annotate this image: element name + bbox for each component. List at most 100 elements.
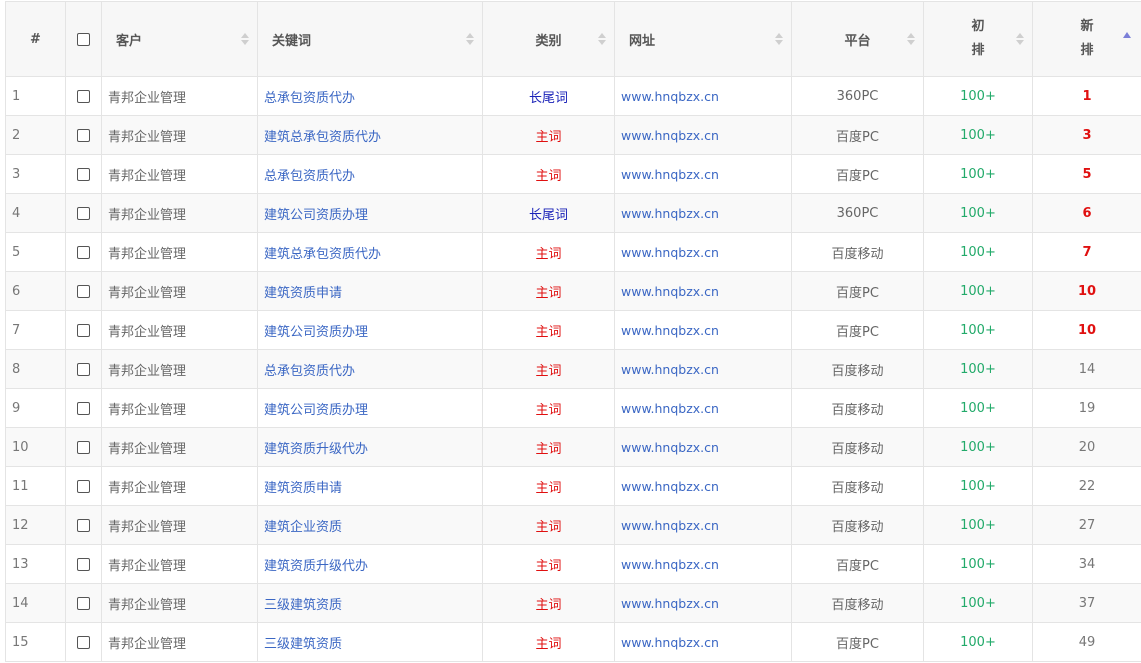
cell-url-link[interactable]: www.hnqbzx.cn	[614, 583, 792, 623]
cell-keyword-link[interactable]: 建筑公司资质办理	[257, 388, 483, 428]
table-row[interactable]: 14 青邦企业管理 三级建筑资质 主词 www.hnqbzx.cn 百度移动 100+ 37	[5, 583, 1141, 623]
table-row[interactable]: 6 青邦企业管理 建筑资质申请 主词 www.hnqbzx.cn 百度PC 100+ 10	[5, 271, 1141, 311]
sort-icon[interactable]	[241, 33, 249, 45]
cell-new-rank: 20	[1032, 427, 1141, 467]
cell-url-link[interactable]: www.hnqbzx.cn	[614, 544, 792, 584]
row-checkbox[interactable]	[77, 206, 90, 220]
header-initial-rank[interactable]: 初 排	[923, 1, 1033, 77]
cell-keyword-link[interactable]: 建筑公司资质办理	[257, 310, 483, 350]
sort-icon[interactable]	[598, 33, 606, 45]
sort-ascending-icon[interactable]	[1123, 32, 1131, 38]
cell-select[interactable]	[65, 544, 102, 584]
row-checkbox[interactable]	[77, 128, 90, 142]
cell-keyword-link[interactable]: 建筑资质申请	[257, 466, 483, 506]
cell-initial-rank: 100+	[923, 232, 1033, 272]
cell-keyword-link[interactable]: 三级建筑资质	[257, 583, 483, 623]
sort-icon[interactable]	[907, 33, 915, 45]
cell-keyword-link[interactable]: 建筑公司资质办理	[257, 193, 483, 233]
row-checkbox[interactable]	[77, 596, 90, 610]
cell-url-link[interactable]: www.hnqbzx.cn	[614, 388, 792, 428]
cell-category: 长尾词	[482, 76, 615, 116]
cell-select[interactable]	[65, 154, 102, 194]
header-select-all[interactable]	[65, 1, 102, 77]
cell-url-link[interactable]: www.hnqbzx.cn	[614, 76, 792, 116]
table-row[interactable]: 5 青邦企业管理 建筑总承包资质代办 主词 www.hnqbzx.cn 百度移动 100+ 7	[5, 232, 1141, 272]
sort-icon[interactable]	[775, 33, 783, 45]
cell-keyword-link[interactable]: 三级建筑资质	[257, 622, 483, 662]
cell-url-link[interactable]: www.hnqbzx.cn	[614, 622, 792, 662]
table-row[interactable]: 13 青邦企业管理 建筑资质升级代办 主词 www.hnqbzx.cn 百度PC 100+ 3…	[5, 544, 1141, 584]
table-row[interactable]: 10 青邦企业管理 建筑资质升级代办 主词 www.hnqbzx.cn 百度移动 100+ 2…	[5, 427, 1141, 467]
cell-select[interactable]	[65, 622, 102, 662]
cell-url-link[interactable]: www.hnqbzx.cn	[614, 349, 792, 389]
cell-keyword-link[interactable]: 建筑企业资质	[257, 505, 483, 545]
header-new-rank[interactable]: 新 排	[1032, 1, 1141, 77]
row-checkbox[interactable]	[77, 557, 90, 571]
table-row[interactable]: 1 青邦企业管理 总承包资质代办 长尾词 www.hnqbzx.cn 360PC 100+ 1	[5, 76, 1141, 116]
cell-keyword-link[interactable]: 建筑资质升级代办	[257, 544, 483, 584]
row-checkbox[interactable]	[77, 245, 90, 259]
header-customer[interactable]: 客户	[101, 1, 258, 77]
table-header-row: # 客户 关键词 类别 网址 平台 初 排 新 排	[5, 1, 1141, 77]
row-checkbox[interactable]	[77, 362, 90, 376]
table-row[interactable]: 2 青邦企业管理 建筑总承包资质代办 主词 www.hnqbzx.cn 百度PC 100+ 3	[5, 115, 1141, 155]
row-checkbox[interactable]	[77, 284, 90, 298]
header-platform[interactable]: 平台	[791, 1, 924, 77]
cell-new-rank: 37	[1032, 583, 1141, 623]
cell-select[interactable]	[65, 115, 102, 155]
table-row[interactable]: 7 青邦企业管理 建筑公司资质办理 主词 www.hnqbzx.cn 百度PC 100+ 10	[5, 310, 1141, 350]
cell-select[interactable]	[65, 466, 102, 506]
header-keyword[interactable]: 关键词	[257, 1, 483, 77]
row-checkbox[interactable]	[77, 518, 90, 532]
table-row[interactable]: 12 青邦企业管理 建筑企业资质 主词 www.hnqbzx.cn 百度移动 100+ 27	[5, 505, 1141, 545]
table-row[interactable]: 15 青邦企业管理 三级建筑资质 主词 www.hnqbzx.cn 百度PC 100+ 49	[5, 622, 1141, 662]
select-all-checkbox[interactable]	[77, 32, 90, 46]
header-url[interactable]: 网址	[614, 1, 792, 77]
table-row[interactable]: 4 青邦企业管理 建筑公司资质办理 长尾词 www.hnqbzx.cn 360PC 100+…	[5, 193, 1141, 233]
sort-icon[interactable]	[466, 33, 474, 45]
row-checkbox[interactable]	[77, 635, 90, 649]
cell-keyword-link[interactable]: 总承包资质代办	[257, 76, 483, 116]
cell-select[interactable]	[65, 388, 102, 428]
row-checkbox[interactable]	[77, 89, 90, 103]
cell-select[interactable]	[65, 505, 102, 545]
cell-select[interactable]	[65, 271, 102, 311]
row-checkbox[interactable]	[77, 323, 90, 337]
cell-select[interactable]	[65, 232, 102, 272]
row-checkbox[interactable]	[77, 167, 90, 181]
sort-icon[interactable]	[1016, 33, 1024, 45]
table-row[interactable]: 11 青邦企业管理 建筑资质申请 主词 www.hnqbzx.cn 百度移动 100+ 22	[5, 466, 1141, 506]
row-checkbox[interactable]	[77, 479, 90, 493]
cell-select[interactable]	[65, 349, 102, 389]
row-checkbox[interactable]	[77, 440, 90, 454]
cell-url-link[interactable]: www.hnqbzx.cn	[614, 115, 792, 155]
cell-keyword-link[interactable]: 总承包资质代办	[257, 154, 483, 194]
cell-select[interactable]	[65, 310, 102, 350]
cell-keyword-link[interactable]: 建筑总承包资质代办	[257, 115, 483, 155]
cell-keyword-link[interactable]: 建筑总承包资质代办	[257, 232, 483, 272]
cell-url-link[interactable]: www.hnqbzx.cn	[614, 427, 792, 467]
table-row[interactable]: 3 青邦企业管理 总承包资质代办 主词 www.hnqbzx.cn 百度PC 100+ 5	[5, 154, 1141, 194]
cell-url-link[interactable]: www.hnqbzx.cn	[614, 154, 792, 194]
cell-url-link[interactable]: www.hnqbzx.cn	[614, 193, 792, 233]
cell-select[interactable]	[65, 76, 102, 116]
cell-keyword-link[interactable]: 建筑资质申请	[257, 271, 483, 311]
cell-url-link[interactable]: www.hnqbzx.cn	[614, 310, 792, 350]
cell-url-link[interactable]: www.hnqbzx.cn	[614, 466, 792, 506]
row-checkbox[interactable]	[77, 401, 90, 415]
table-row[interactable]: 8 青邦企业管理 总承包资质代办 主词 www.hnqbzx.cn 百度移动 100+ 14	[5, 349, 1141, 389]
cell-keyword-link[interactable]: 建筑资质升级代办	[257, 427, 483, 467]
cell-platform: 百度移动	[791, 349, 924, 389]
cell-select[interactable]	[65, 427, 102, 467]
cell-url-link[interactable]: www.hnqbzx.cn	[614, 232, 792, 272]
header-category[interactable]: 类别	[482, 1, 615, 77]
cell-url-link[interactable]: www.hnqbzx.cn	[614, 505, 792, 545]
cell-category: 主词	[482, 583, 615, 623]
table-row[interactable]: 9 青邦企业管理 建筑公司资质办理 主词 www.hnqbzx.cn 百度移动 100+ 19	[5, 388, 1141, 428]
cell-url-link[interactable]: www.hnqbzx.cn	[614, 271, 792, 311]
cell-select[interactable]	[65, 193, 102, 233]
cell-keyword-link[interactable]: 总承包资质代办	[257, 349, 483, 389]
cell-customer: 青邦企业管理	[101, 505, 258, 545]
cell-platform: 360PC	[791, 76, 924, 116]
cell-select[interactable]	[65, 583, 102, 623]
